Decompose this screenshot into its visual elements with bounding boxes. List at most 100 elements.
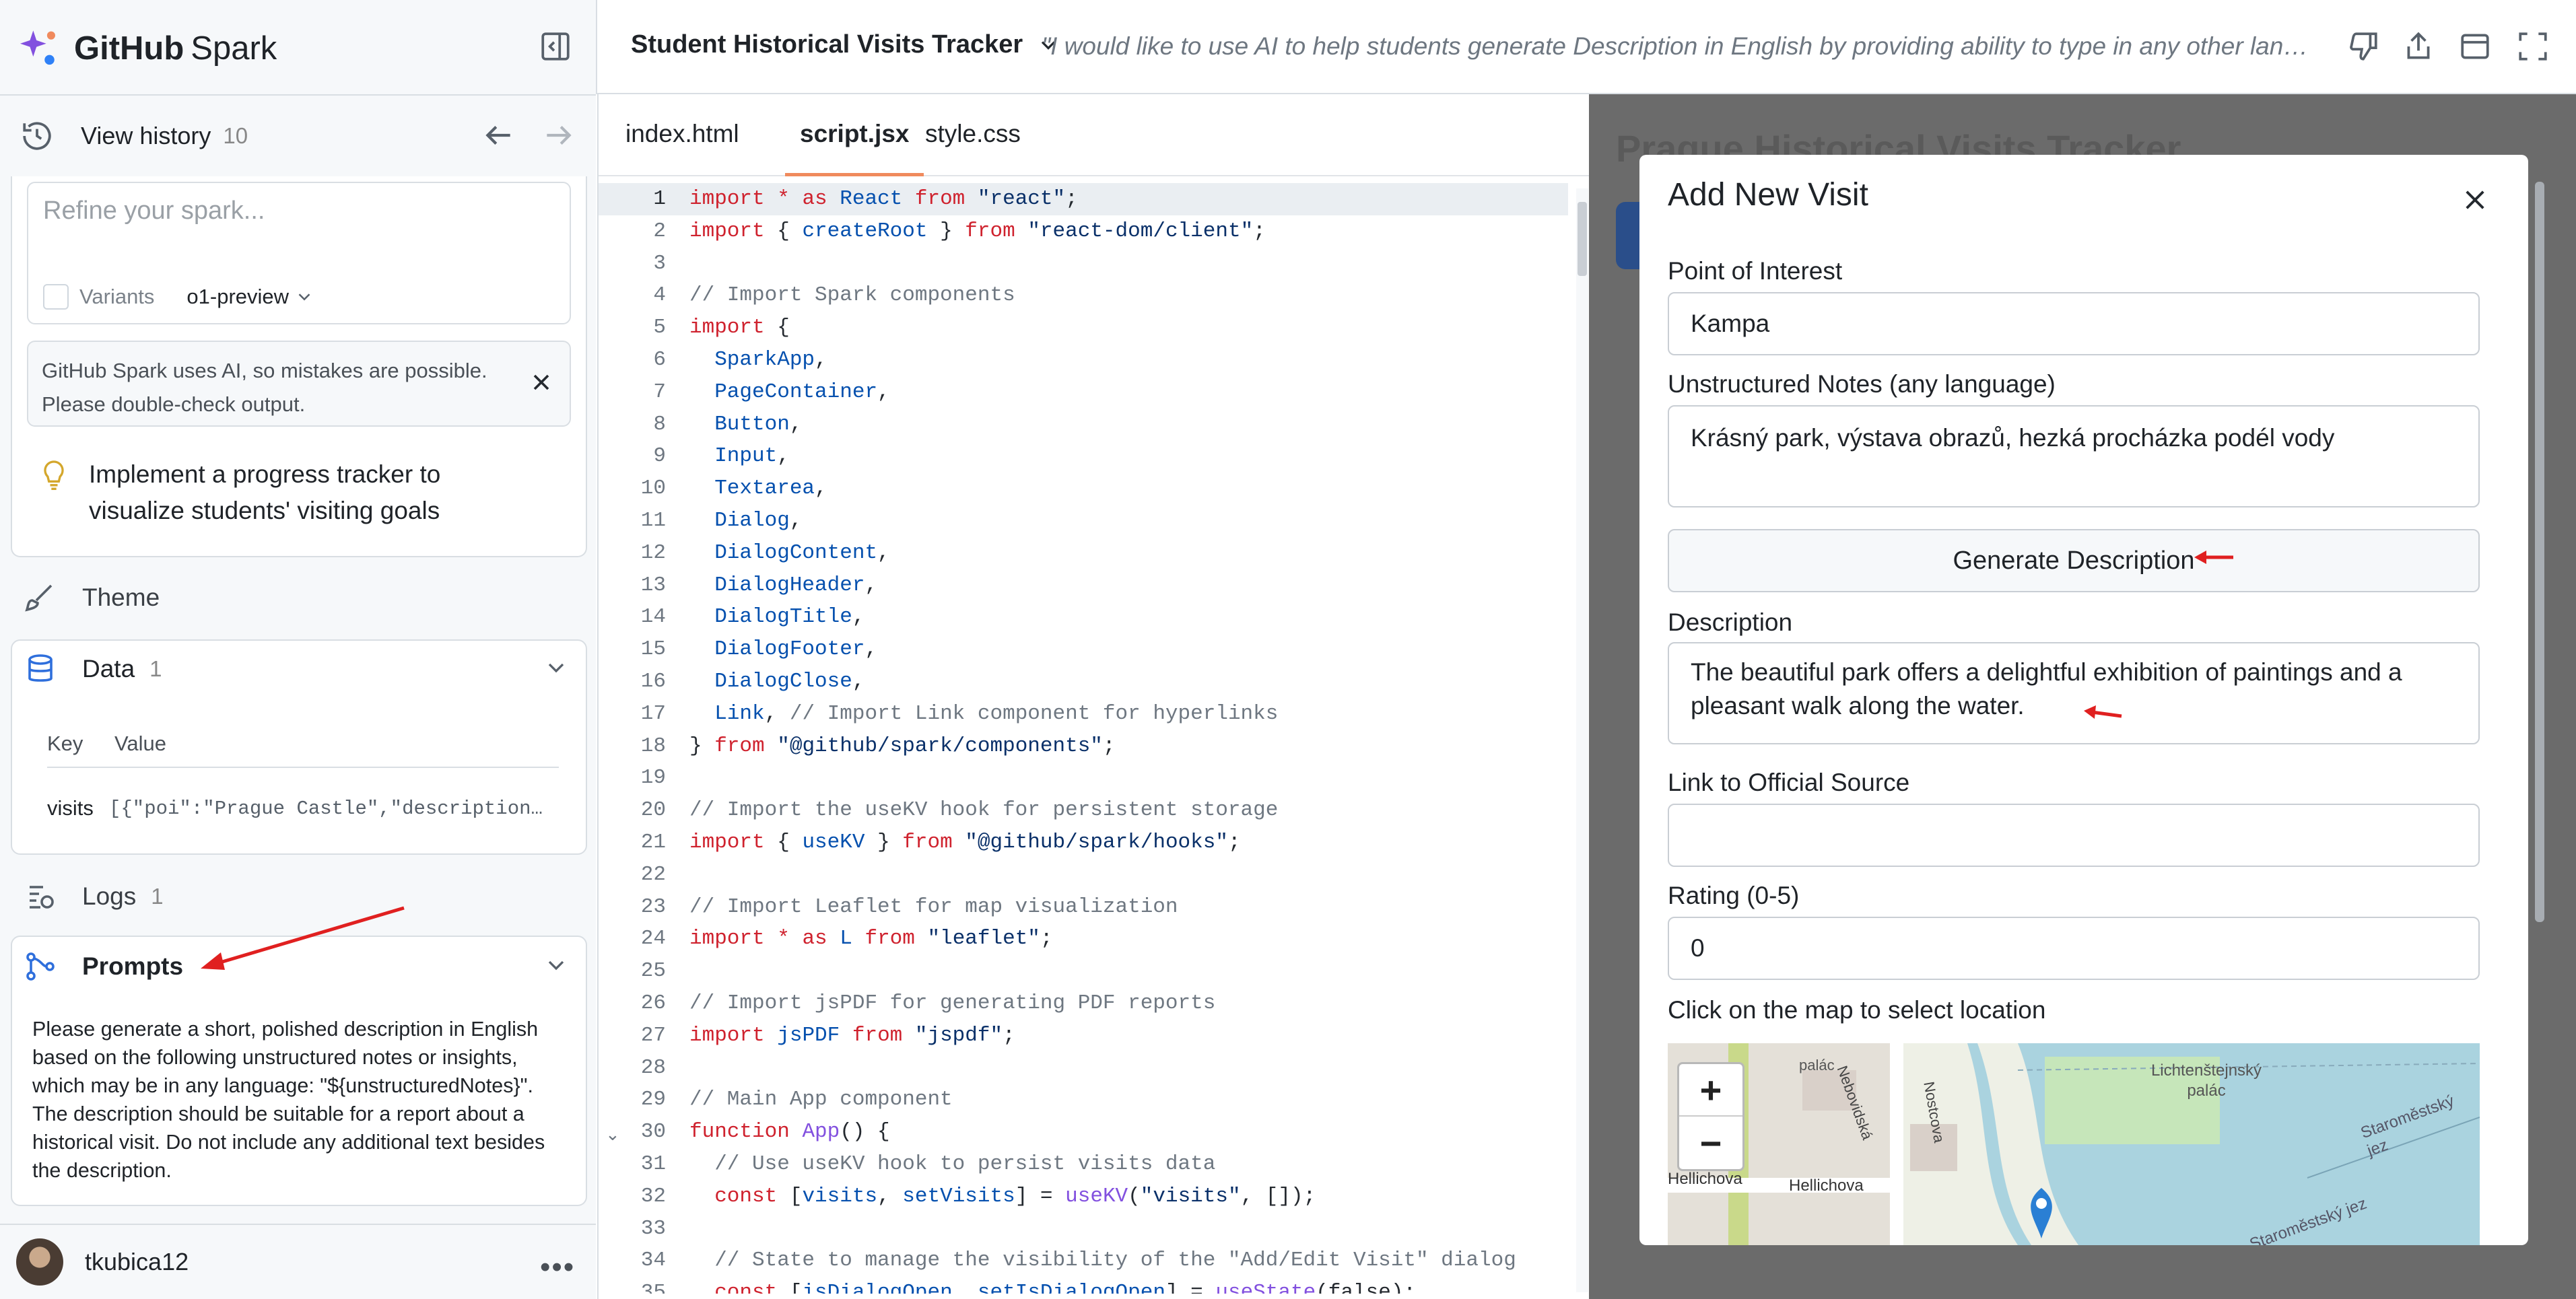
fold-icon[interactable]: ⌄ [605, 1124, 620, 1145]
map-label-lichtenstejnsky: Lichtenštejnský palác [2150, 1061, 2262, 1100]
brush-icon [25, 584, 53, 612]
line-number: 13 [640, 573, 666, 597]
brand-logo[interactable]: GitHub Spark [20, 27, 277, 70]
table-row[interactable]: visits [{"poi":"Prague Castle","descript… [47, 796, 559, 820]
line-number: 14 [640, 605, 666, 629]
line-number: 8 [653, 412, 666, 436]
line-number: 21 [640, 831, 666, 854]
code-line: // Main App component [689, 1088, 953, 1112]
notes-textarea[interactable]: Krásný park, výstava obrazů, hezká proch… [1668, 405, 2480, 507]
data-count: 1 [149, 656, 162, 681]
history-count: 10 [223, 123, 248, 148]
header-divider [0, 94, 596, 96]
tab-style-css[interactable]: style.css [925, 120, 1021, 176]
line-number: 20 [640, 798, 666, 822]
line-number: 2 [653, 219, 666, 243]
tab-script-jsx[interactable]: script.jsx [785, 120, 924, 176]
code-line: // Import jsPDF for generating PDF repor… [689, 991, 1216, 1015]
line-number: 28 [640, 1055, 666, 1080]
rating-input[interactable]: 0 [1668, 917, 2480, 980]
code-line: // State to manage the visibility of the… [689, 1249, 1516, 1273]
history-back-icon[interactable] [482, 118, 516, 152]
line-number: 7 [653, 380, 666, 404]
code-line: DialogFooter, [689, 637, 878, 662]
view-history-button[interactable]: View history 10 [20, 116, 248, 156]
chevron-down-icon[interactable] [543, 654, 570, 681]
collapse-sidebar-icon[interactable] [539, 30, 572, 63]
code-line: import * as React from "react"; [689, 187, 1091, 211]
code-line: Input, [689, 444, 790, 468]
map-label-hellichova-2: Hellichova [1789, 1177, 1864, 1195]
notice-line-2: Please double-check output. [42, 392, 306, 416]
line-number: 3 [653, 251, 666, 275]
suggestion-line-1: Implement a progress tracker to [89, 460, 441, 488]
col-key: Key [47, 732, 83, 755]
code-line: // Import Leaflet for map visualization [689, 894, 1178, 919]
code-line: import { createRoot } from "react-dom/cl… [689, 219, 1266, 243]
description-line-2: pleasant walk along the water. [1691, 692, 2025, 719]
editor-scrollbar[interactable] [1576, 188, 1588, 1292]
line-number: 5 [653, 316, 666, 340]
thumbs-down-icon[interactable] [2346, 30, 2380, 63]
data-table-header: Key Value [47, 732, 559, 768]
line-number: 23 [640, 894, 666, 919]
link-input[interactable] [1668, 804, 2480, 867]
annotation-arrow-icon [2194, 551, 2233, 564]
prompts-section-header[interactable]: Prompts [24, 950, 183, 983]
more-options-icon[interactable]: ••• [540, 1251, 575, 1284]
map-zoom-control: + − [1677, 1062, 1744, 1171]
notes-label: Unstructured Notes (any language) [1668, 370, 2056, 398]
data-section-header[interactable]: Data 1 [24, 653, 162, 685]
user-profile[interactable]: tkubica12 [16, 1238, 189, 1286]
code-editor: index.html script.jsx style.css 1 import … [597, 94, 1590, 1299]
line-number: 31 [640, 1152, 666, 1176]
share-icon[interactable] [2402, 30, 2435, 63]
row-key: visits [47, 796, 94, 820]
sidebar: GitHub Spark View history 10 Refine your… [0, 0, 596, 1299]
logs-count: 1 [151, 884, 164, 909]
brand-github: GitHub [74, 30, 184, 67]
code-area[interactable]: 1 import * as React from "react"; 2 import… [599, 183, 1582, 1294]
line-number: 15 [640, 637, 666, 662]
current-prompt: "I would like to use AI to help students… [1042, 32, 2314, 60]
line-number: 25 [640, 959, 666, 983]
close-icon[interactable] [2461, 186, 2489, 214]
chevron-down-icon[interactable] [543, 952, 570, 979]
code-line: import jsPDF from "jspdf"; [689, 1023, 1015, 1047]
zoom-out-button[interactable]: − [1679, 1117, 1742, 1169]
window-icon[interactable] [2458, 30, 2492, 63]
logs-icon [30, 886, 54, 909]
location-map[interactable]: Hellichova Hellichova Nebovidská Nostcov… [1668, 1043, 2480, 1245]
line-number: 26 [640, 991, 666, 1015]
suggestion-item[interactable]: Implement a progress tracker to visualiz… [39, 456, 551, 529]
annotation-arrow-icon [2084, 705, 2122, 719]
row-value: [{"poi":"Prague Castle","description… [109, 797, 543, 820]
line-number: 24 [640, 927, 666, 951]
zoom-in-button[interactable]: + [1679, 1064, 1742, 1117]
model-select[interactable]: o1-preview [187, 285, 314, 309]
line-number: 27 [640, 1023, 666, 1047]
poi-input[interactable]: Kampa [1668, 292, 2480, 355]
project-selector[interactable]: Student Historical Visits Tracker [631, 30, 1060, 59]
generate-description-button[interactable]: Generate Description [1668, 529, 2480, 592]
ai-notice: GitHub Spark uses AI, so mistakes are po… [27, 341, 571, 427]
database-icon [28, 654, 53, 682]
line-number: 11 [640, 509, 666, 532]
close-notice-icon[interactable] [528, 369, 555, 396]
code-line: import { useKV } from "@github/spark/hoo… [689, 831, 1241, 854]
code-line: function App() { [689, 1120, 890, 1144]
refine-input[interactable]: Refine your spark... Variants o1-preview [27, 182, 571, 324]
link-label: Link to Official Source [1668, 769, 1910, 796]
history-forward-icon[interactable] [541, 118, 575, 152]
code-line: Button, [689, 412, 803, 436]
tab-index-html[interactable]: index.html [625, 120, 739, 176]
line-number: 16 [640, 670, 666, 693]
dialog-scrollbar[interactable] [2533, 162, 2546, 1238]
fullscreen-icon[interactable] [2516, 30, 2550, 63]
line-number: 32 [640, 1184, 666, 1208]
logs-section[interactable]: Logs 1 [24, 880, 164, 913]
notice-line-1: GitHub Spark uses AI, so mistakes are po… [42, 359, 487, 382]
variants-checkbox[interactable] [43, 284, 69, 310]
description-textarea[interactable]: The beautiful park offers a delightful e… [1668, 642, 2480, 744]
theme-section[interactable]: Theme [24, 582, 160, 614]
